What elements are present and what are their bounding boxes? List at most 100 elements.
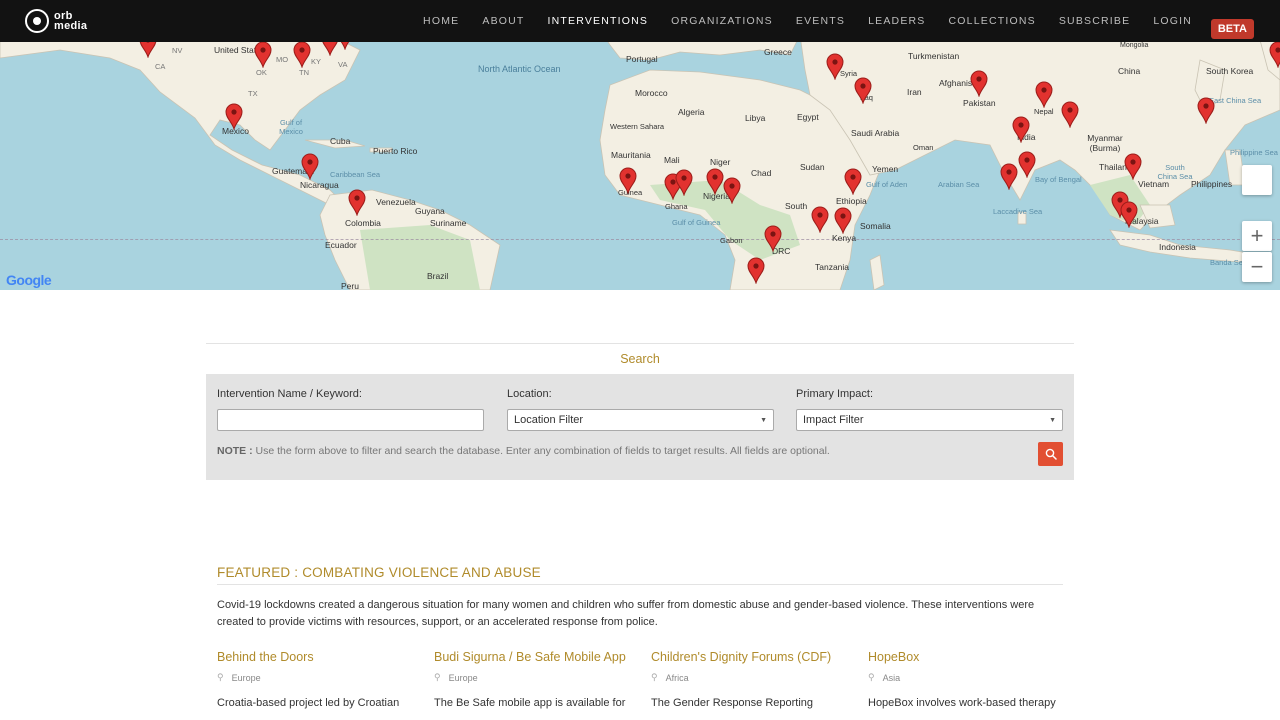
card-text: Croatia-based project led by Croatian: [217, 697, 400, 709]
map-label: Tanzania: [815, 262, 850, 272]
map-label: Venezuela: [376, 197, 416, 207]
map-label: Egypt: [797, 112, 819, 122]
map-label: Puerto Rico: [373, 146, 418, 156]
beta-badge: BETA: [1210, 19, 1254, 39]
map-marker[interactable]: [1012, 116, 1030, 143]
map-marker[interactable]: [348, 189, 366, 216]
card-title-link[interactable]: Children's Dignity Forums (CDF): [651, 650, 846, 664]
location-select[interactable]: Location Filter ▼: [507, 409, 774, 431]
map-marker[interactable]: [1018, 151, 1036, 178]
map-marker[interactable]: [1120, 201, 1138, 228]
chevron-down-icon: ▼: [1049, 416, 1056, 424]
nav-leaders[interactable]: LEADERS: [868, 15, 925, 27]
map-marker[interactable]: [706, 168, 724, 195]
map-marker[interactable]: [293, 41, 311, 68]
map-label: South: [785, 201, 808, 211]
map-label: Mongolia: [1120, 42, 1149, 49]
map-marker-icon: [1269, 41, 1280, 68]
impact-select[interactable]: Impact Filter ▼: [796, 409, 1063, 431]
search-title: Search: [620, 352, 660, 366]
card-region: ⚲ Europe: [217, 672, 412, 683]
map-marker[interactable]: [301, 153, 319, 180]
map-marker-icon: [1035, 81, 1053, 108]
featured-card: Behind the Doors ⚲ Europe Croatia-based p…: [217, 650, 412, 711]
zoom-in-button[interactable]: +: [1242, 221, 1272, 251]
map-label: Sudan: [800, 162, 825, 172]
map-marker[interactable]: [723, 177, 741, 204]
search-button[interactable]: [1038, 442, 1063, 466]
nav-organizations[interactable]: ORGANIZATIONS: [671, 15, 773, 27]
location-pin-icon: ⚲: [651, 672, 658, 682]
map-label: Pakistan: [963, 98, 996, 108]
map-marker-icon: [1061, 101, 1079, 128]
map-label: Nepal: [1034, 107, 1054, 116]
card-region-text: Africa: [665, 672, 689, 683]
map-label: Peru: [341, 281, 359, 290]
sea-label: South China Sea: [1157, 163, 1193, 181]
map-label: Somalia: [860, 221, 891, 231]
map-marker-icon: [1124, 153, 1142, 180]
location-label: Location:: [507, 388, 552, 400]
zoom-out-button[interactable]: −: [1242, 252, 1272, 282]
ocean-label: North Atlantic Ocean: [478, 64, 561, 74]
map-marker[interactable]: [747, 257, 765, 284]
nav-collections[interactable]: COLLECTIONS: [949, 15, 1036, 27]
map-label: Ecuador: [325, 240, 357, 250]
map-label: Gabon: [720, 236, 743, 245]
fullscreen-button[interactable]: [1242, 165, 1272, 195]
map-label: Ethiopia: [836, 196, 867, 206]
map-label: Mali: [664, 155, 680, 165]
map-marker[interactable]: [764, 225, 782, 252]
map-marker-icon: [301, 153, 319, 180]
card-region-text: Europe: [448, 672, 478, 683]
card-region: ⚲ Africa: [651, 672, 846, 683]
map-label: Cuba: [330, 136, 351, 146]
map-marker[interactable]: [254, 41, 272, 68]
map-label: Brazil: [427, 271, 449, 281]
map-marker[interactable]: [1035, 81, 1053, 108]
nav-login[interactable]: LOGIN: [1153, 15, 1192, 27]
map-marker[interactable]: [1124, 153, 1142, 180]
map-marker-icon: [970, 70, 988, 97]
map-label: Ghana: [665, 202, 688, 211]
chevron-down-icon: ▼: [760, 416, 767, 424]
card-region: ⚲ Europe: [434, 672, 629, 683]
nav-subscribe[interactable]: SUBSCRIBE: [1059, 15, 1130, 27]
map-marker[interactable]: [1197, 97, 1215, 124]
search-icon: [1045, 448, 1057, 460]
card-title-link[interactable]: HopeBox: [868, 650, 1063, 664]
sea-label: Bay of Bengal: [1035, 175, 1082, 184]
nav-about[interactable]: ABOUT: [482, 15, 524, 27]
map-marker-icon: [1018, 151, 1036, 178]
featured-card: Children's Dignity Forums (CDF) ⚲ Africa …: [651, 650, 846, 711]
map-marker[interactable]: [811, 206, 829, 233]
map-marker[interactable]: [970, 70, 988, 97]
featured-card: Budi Sigurna / Be Safe Mobile App ⚲ Europ…: [434, 650, 629, 711]
orb-media-logo[interactable]: orb media: [25, 9, 87, 33]
map-marker-icon: [675, 169, 693, 196]
card-text: The Be Safe mobile app is available for: [434, 697, 626, 709]
map-marker[interactable]: [1061, 101, 1079, 128]
map-label: China: [1118, 66, 1141, 76]
map-marker[interactable]: [225, 103, 243, 130]
map-marker[interactable]: [675, 169, 693, 196]
map-marker[interactable]: [834, 207, 852, 234]
nav-home[interactable]: HOME: [423, 15, 459, 27]
map-marker-icon: [764, 225, 782, 252]
state-label: TN: [299, 68, 309, 77]
map-marker[interactable]: [854, 77, 872, 104]
card-title-link[interactable]: Budi Sigurna / Be Safe Mobile App: [434, 650, 629, 664]
map-marker[interactable]: [826, 53, 844, 80]
sea-label: Gulf of Mexico: [279, 118, 303, 136]
card-title-link[interactable]: Behind the Doors: [217, 650, 412, 664]
map-marker[interactable]: [1269, 41, 1280, 68]
interventions-map[interactable]: North Atlantic Ocean United States Mexic…: [0, 0, 1280, 290]
map-marker[interactable]: [844, 168, 862, 195]
nav-events[interactable]: EVENTS: [796, 15, 845, 27]
keyword-input[interactable]: [217, 409, 484, 431]
map-marker[interactable]: [1000, 163, 1018, 190]
map-marker[interactable]: [619, 167, 637, 194]
nav-interventions[interactable]: INTERVENTIONS: [548, 15, 649, 27]
map-label: Iran: [907, 87, 922, 97]
map-marker-icon: [723, 177, 741, 204]
